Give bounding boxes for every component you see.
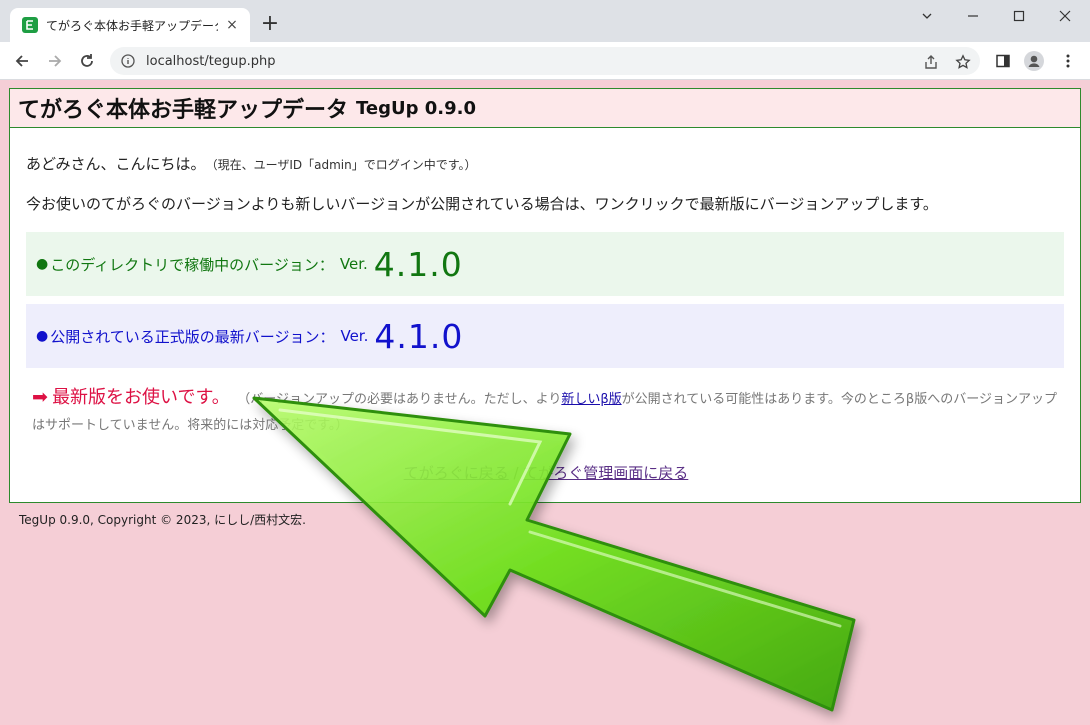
status-main-text: 最新版をお使いです。 (52, 387, 230, 408)
address-url[interactable]: localhost/tegup.php (146, 54, 275, 69)
tab-search-icon[interactable] (904, 4, 950, 28)
status-note-before: （バージョンアップの必要はありません。ただし、より (243, 392, 562, 407)
tab-title: てがろぐ本体お手軽アップデータ TegUp (46, 18, 218, 33)
updater-panel: てがろぐ本体お手軽アップデータ TegUp 0.9.0 あどみさん、こんにちは。… (9, 88, 1081, 503)
back-to-tegalog-link[interactable]: てがろぐに戻る (404, 464, 509, 482)
tab-close-icon[interactable]: × (224, 17, 240, 33)
side-panel-icon[interactable] (993, 51, 1013, 71)
forward-arrow-icon[interactable] (42, 48, 68, 74)
browser-toolbar: localhost/tegup.php (0, 42, 1090, 80)
menu-kebab-icon[interactable] (1058, 51, 1078, 71)
address-bar[interactable]: localhost/tegup.php (110, 47, 980, 75)
new-tab-button[interactable]: + (258, 12, 282, 36)
browser-tab[interactable]: てがろぐ本体お手軽アップデータ TegUp × (10, 8, 250, 42)
site-info-icon[interactable] (120, 53, 136, 69)
browser-titlebar: てがろぐ本体お手軽アップデータ TegUp × + (0, 0, 1090, 42)
latest-version-dot: ● (36, 328, 49, 344)
beta-link[interactable]: 新しいβ版 (561, 392, 621, 407)
page-subtitle: TegUp 0.9.0 (356, 97, 477, 119)
latest-version-box: ● 公開されている正式版の最新バージョン： Ver. 4.1.0 (26, 304, 1064, 368)
right-arrow-icon: ➡ (32, 386, 48, 408)
current-version-number: 4.1.0 (373, 244, 463, 284)
latest-version-number: 4.1.0 (374, 316, 464, 356)
reload-icon[interactable] (74, 48, 100, 74)
current-version-prefix: Ver. (339, 255, 368, 273)
back-links: てがろぐに戻る / てがろぐ管理画面に戻る (10, 462, 1082, 483)
greeting: あどみさん、こんにちは。 （現在、ユーザID「admin」でログイン中です。） (26, 153, 477, 174)
current-version-dot: ● (36, 256, 49, 272)
page-title: てがろぐ本体お手軽アップデータ (18, 98, 349, 123)
bookmark-star-icon[interactable] (954, 53, 972, 71)
status-message: ➡ 最新版をお使いです。 （バージョンアップの必要はありません。ただし、より新しい… (32, 384, 1062, 439)
minimize-icon[interactable] (950, 4, 996, 28)
intro-text: 今お使いのてがろぐのバージョンよりも新しいバージョンが公開されている場合は、ワン… (26, 195, 938, 213)
links-separator: / (508, 464, 524, 482)
footer-copyright: TegUp 0.9.0, Copyright © 2023, にしし/西村文宏. (19, 513, 306, 527)
login-note: （現在、ユーザID「admin」でログイン中です。） (211, 158, 477, 172)
close-window-icon[interactable] (1042, 4, 1088, 28)
current-version-box: ● このディレクトリで稼働中のバージョン： Ver. 4.1.0 (26, 232, 1064, 296)
back-arrow-icon[interactable] (9, 48, 35, 74)
latest-version-prefix: Ver. (340, 327, 369, 345)
current-version-label: このディレクトリで稼働中のバージョン： (50, 255, 334, 274)
back-to-admin-link[interactable]: てがろぐ管理画面に戻る (523, 464, 688, 482)
tab-favicon-icon (22, 17, 38, 33)
panel-header: てがろぐ本体お手軽アップデータ TegUp 0.9.0 (10, 89, 1080, 128)
share-icon[interactable] (922, 53, 940, 71)
greeting-text: あどみさん、こんにちは。 (26, 155, 206, 173)
profile-avatar-icon[interactable] (1024, 51, 1044, 71)
maximize-icon[interactable] (996, 4, 1042, 28)
latest-version-label: 公開されている正式版の最新バージョン： (50, 327, 335, 346)
